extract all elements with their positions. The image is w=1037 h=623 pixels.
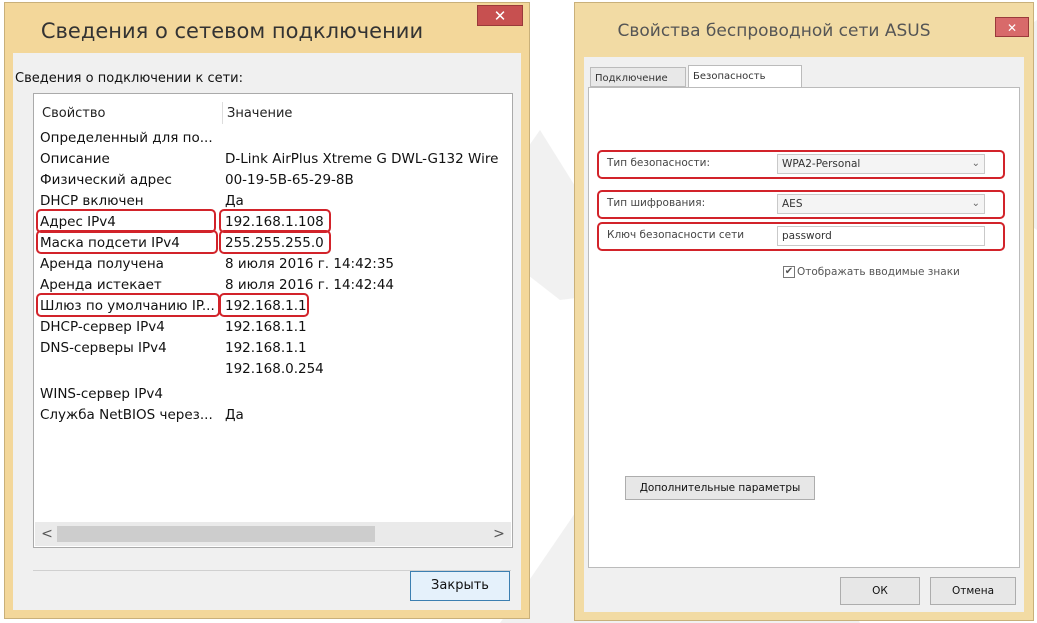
value-cell: Да [225,193,244,209]
close-icon[interactable]: ✕ [477,5,523,26]
property-cell: DNS-серверы IPv4 [40,340,167,356]
tab-connection[interactable]: Подключение [590,67,686,87]
property-cell: WINS-сервер IPv4 [40,386,163,402]
highlight-gateway-label [36,293,220,317]
dialog-body: Подключение Безопасность Тип безопасност… [584,57,1024,612]
column-divider[interactable] [222,102,223,124]
advanced-settings-button[interactable]: Дополнительные параметры [625,476,815,500]
property-cell: Служба NetBIOS через... [40,407,213,423]
property-cell: Аренда получена [40,256,164,272]
highlight-security-type [597,150,1005,179]
checkmark-icon[interactable]: ✔ [783,266,795,278]
value-cell: 192.168.0.254 [225,361,324,377]
cancel-button[interactable]: Отмена [930,577,1016,605]
highlight-mask-label [36,230,218,254]
property-cell: Определенный для по... [40,130,213,146]
column-header-value[interactable]: Значение [227,106,292,121]
network-connection-details-dialog: Сведения о сетевом подключении ✕ Сведени… [4,2,530,619]
value-cell: 192.168.1.1 [225,340,307,356]
close-button[interactable]: Закрыть [410,571,510,601]
value-cell: 8 июля 2016 г. 14:42:35 [225,256,395,272]
highlight-mask-value [219,230,331,254]
security-tab-panel: Тип безопасности: WPA2-Personal ⌄ Тип ши… [588,87,1020,568]
dialog-title: Свойства беспроводной сети ASUS [617,21,931,41]
horizontal-scrollbar[interactable]: < > [35,522,511,546]
highlight-encryption-type [597,190,1005,219]
highlight-network-key [597,222,1005,251]
property-cell: DHCP-сервер IPv4 [40,319,165,335]
column-header-property[interactable]: Свойство [42,106,105,121]
title-bar: Сведения о сетевом подключении ✕ [5,3,529,53]
value-cell: 192.168.1.1 [225,319,307,335]
wireless-network-properties-dialog: Свойства беспроводной сети ASUS ✕ Подклю… [574,2,1034,621]
scroll-thumb[interactable] [57,526,375,542]
value-cell: 00-19-5B-65-29-8B [225,172,354,188]
property-cell: Описание [40,151,110,167]
show-characters-checkbox[interactable]: ✔ Отображать вводимые знаки [783,266,960,278]
value-cell: 8 июля 2016 г. 14:42:44 [225,277,395,293]
scroll-right-icon[interactable]: > [489,524,509,544]
scroll-left-icon[interactable]: < [37,524,57,544]
show-characters-label: Отображать вводимые знаки [797,266,960,278]
dialog-body: Сведения о подключении к сети: Свойство … [13,53,521,610]
highlight-gateway-value [219,293,309,317]
close-icon[interactable]: ✕ [995,17,1029,37]
list-header: Свойство Значение [34,102,512,124]
value-cell: D-Link AirPlus Xtreme G DWL-G132 Wire [225,151,499,167]
details-list[interactable]: Свойство Значение Определенный для по...… [33,93,513,548]
tab-security[interactable]: Безопасность [688,65,802,87]
dialog-title: Сведения о сетевом подключении [40,19,424,43]
details-heading: Сведения о подключении к сети: [15,71,243,86]
property-cell: DHCP включен [40,193,144,209]
property-cell: Аренда истекает [40,277,162,293]
value-cell: Да [225,407,244,423]
property-cell: Физический адрес [40,172,172,188]
ok-button[interactable]: ОК [840,577,920,605]
